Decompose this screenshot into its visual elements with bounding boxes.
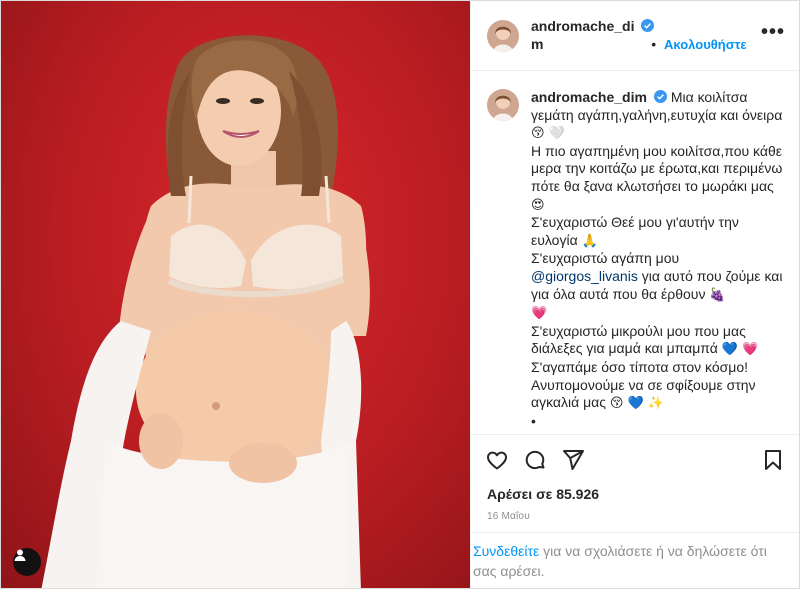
- caption-username[interactable]: andromache_dim: [531, 89, 647, 105]
- username-link[interactable]: andromache_di: [531, 18, 634, 34]
- caption-text: andromache_dim Μια κοιλίτσα γεμάτη αγάπη…: [531, 89, 783, 434]
- verified-badge-icon: [641, 19, 655, 32]
- emoji-icon: 💙 💗: [721, 342, 759, 358]
- login-prompt: Συνδεθείτε για να σχολιάσετε ή να δηλώσε…: [471, 532, 799, 588]
- post-photo[interactable]: [1, 1, 470, 588]
- follow-button[interactable]: Ακολουθήστε: [664, 37, 747, 52]
- comment-icon[interactable]: [523, 448, 547, 472]
- emoji-icon: 😚 🤍: [531, 126, 565, 142]
- post-side-panel: andromache_di m • Ακολουθήστε ••• androm…: [470, 1, 799, 588]
- emoji-icon: 🍇: [709, 287, 726, 303]
- emoji-icon: 😚 💙 ✨: [609, 396, 665, 412]
- tagged-user-icon[interactable]: [13, 548, 41, 576]
- post-dialog: andromache_di m • Ακολουθήστε ••• androm…: [0, 0, 800, 589]
- avatar[interactable]: [487, 19, 519, 52]
- heart-icon[interactable]: [485, 448, 509, 472]
- more-options-icon[interactable]: •••: [761, 22, 785, 42]
- post-header: andromache_di m • Ακολουθήστε •••: [471, 1, 799, 71]
- emoji-icon: 😍: [531, 197, 545, 213]
- photo-illustration: [41, 35, 370, 588]
- mention-link[interactable]: @giorgos_livanis: [531, 268, 638, 284]
- likes-count[interactable]: Αρέσει σε 85.926: [471, 485, 799, 503]
- bookmark-icon[interactable]: [761, 448, 785, 472]
- share-icon[interactable]: [561, 448, 585, 472]
- emoji-icon: 💗: [531, 306, 548, 322]
- caption-section: andromache_dim Μια κοιλίτσα γεμάτη αγάπη…: [471, 71, 799, 435]
- header-text: andromache_di m • Ακολουθήστε: [531, 18, 747, 52]
- action-bar: [471, 435, 799, 485]
- verified-badge-icon: [653, 90, 667, 103]
- login-link[interactable]: Συνδεθείτε: [473, 543, 539, 559]
- post-date[interactable]: 16 Μαΐου: [471, 503, 799, 531]
- emoji-icon: 🙏: [581, 233, 598, 249]
- username-link-wrap[interactable]: m: [531, 36, 543, 52]
- caption-avatar[interactable]: [487, 89, 519, 121]
